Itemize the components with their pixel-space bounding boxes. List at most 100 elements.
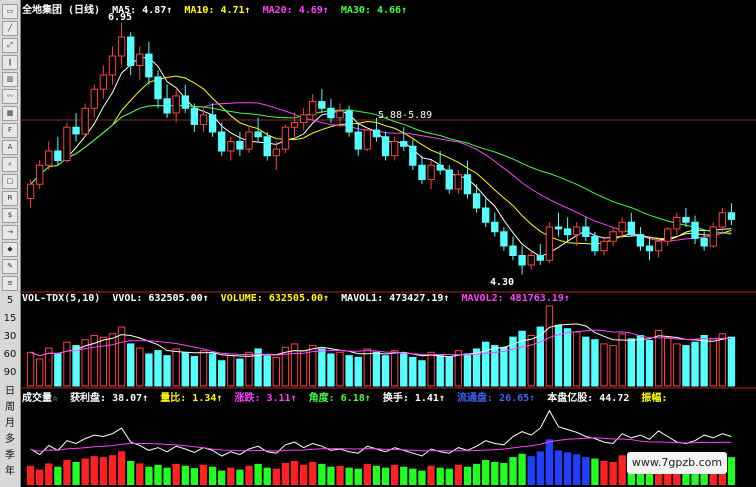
candle-body [618, 221, 626, 233]
period-year[interactable]: 年 [2, 462, 18, 477]
volume-bar [363, 348, 372, 387]
scale-30[interactable]: 30 [2, 331, 18, 342]
tool-line-icon[interactable]: ╱ [2, 21, 18, 36]
profit-bar [427, 465, 435, 485]
ratio-label: 量比: 1.34↑ [160, 393, 223, 404]
volume-bar [163, 355, 171, 387]
volume-bar [718, 333, 727, 387]
volume-bar [181, 351, 189, 387]
ma20-label: MA20: 4.69↑ [262, 5, 329, 16]
profit-bar [454, 464, 463, 485]
profit-bar [318, 463, 326, 485]
profit-bar [309, 461, 317, 485]
volume-bar [573, 331, 581, 387]
candle-body [491, 221, 499, 233]
volume-bar [126, 343, 135, 387]
candle-body [90, 88, 98, 109]
tool-grid-icon[interactable]: ▦ [2, 106, 18, 121]
candle-body [35, 164, 44, 185]
volume-bar [500, 346, 508, 387]
tool-rsi-icon[interactable]: R [2, 191, 18, 206]
profit-bar [117, 451, 126, 485]
profit-bar [436, 467, 444, 485]
tool-channel-icon[interactable]: ∥ [2, 55, 18, 70]
volume-bar [63, 341, 71, 387]
volume-bar [272, 356, 281, 387]
tool-dollar-icon[interactable]: $ [2, 208, 18, 223]
tool-magnify-icon[interactable]: ⌕ [2, 157, 18, 172]
candle-body [645, 245, 654, 252]
profit-bar [263, 467, 271, 485]
candle-body [26, 183, 35, 199]
volume-bar [609, 345, 617, 387]
turnover-title: 成交量☆ [22, 393, 59, 404]
ma10-line [30, 75, 732, 245]
profit-bar [81, 458, 89, 485]
scale-90[interactable]: 90 [2, 367, 18, 378]
scale-15[interactable]: 15 [2, 313, 18, 324]
tool-arrow-icon[interactable]: → [2, 225, 18, 240]
volume-bar [563, 328, 572, 387]
tool-fs-icon[interactable]: ≡ [2, 276, 18, 291]
candle-body [509, 245, 517, 256]
period-multi[interactable]: 多 [2, 430, 18, 445]
tool-text-icon[interactable]: A [2, 140, 18, 155]
profit-bar [591, 458, 599, 485]
candle-body [582, 226, 590, 237]
volume-bar [600, 343, 608, 387]
tool-trend-icon[interactable]: ⤢ [2, 38, 18, 53]
candle-body [445, 169, 453, 190]
volume-bar [545, 305, 554, 387]
period-day[interactable]: 日 [2, 382, 18, 397]
profit-bar [99, 457, 108, 485]
profit-bar [418, 470, 426, 485]
volume-bar [582, 336, 590, 387]
candle-body [545, 226, 554, 261]
tool-wave-icon[interactable]: 〰 [2, 89, 18, 104]
amplitude-label: 振幅: [641, 393, 668, 404]
tool-pen-icon[interactable]: ✎ [2, 259, 18, 274]
scale-5[interactable]: 5 [2, 295, 18, 306]
candle-body [218, 131, 226, 152]
tool-fib-icon[interactable]: F [2, 123, 18, 138]
left-toolbar: ▭ ╱ ⤢ ∥ ▥ 〰 ▦ F A ⌕ □ R $ → ◆ ✎ ≡ 5 15 3… [0, 0, 21, 487]
profit-bar [145, 466, 153, 485]
candle-body [345, 110, 353, 133]
volume-bar [636, 334, 645, 387]
tool-cursor-icon[interactable]: ▭ [2, 4, 18, 19]
mavol2-label: MAVOL2: 481763.19↑ [461, 293, 570, 304]
tool-kline-icon[interactable]: ▥ [2, 72, 18, 87]
profit-bar [391, 464, 399, 485]
candle-body [254, 131, 262, 138]
mavol1-label: MAVOL1: 473427.19↑ [341, 293, 450, 304]
profit-bar [108, 455, 117, 485]
tool-color-icon[interactable]: ◆ [2, 242, 18, 257]
candle-body [99, 74, 108, 90]
stock-name: 全地集团 [22, 5, 62, 16]
kline-chart[interactable] [20, 0, 756, 487]
candle-body [591, 236, 599, 252]
profit-bar [208, 466, 217, 485]
candle-body [600, 240, 608, 252]
candle-body [108, 55, 117, 76]
volume-bar [208, 353, 217, 387]
period-month[interactable]: 月 [2, 414, 18, 429]
profit-label: 获利盘: 38.07↑ [70, 393, 149, 404]
candle-body [318, 101, 326, 109]
candle-body [573, 226, 581, 236]
bottom-header: 成交量☆ 获利盘: 38.07↑ 量比: 1.34↑ 涨跌: 3.11↑ 角度:… [22, 389, 673, 404]
volume-bar [691, 341, 699, 387]
profit-bar [172, 463, 180, 485]
profit-bar [509, 457, 517, 485]
volume-header: VOL-TDX(5,10) VVOL: 632505.00↑ VOLUME: 6… [22, 293, 576, 304]
scale-60[interactable]: 60 [2, 349, 18, 360]
period-quarter[interactable]: 季 [2, 446, 18, 461]
volume-bar [664, 336, 672, 387]
candle-body [63, 126, 71, 161]
ma30-line [30, 104, 732, 235]
candle-body [163, 98, 171, 114]
period-week[interactable]: 周 [2, 398, 18, 413]
candle-body [117, 36, 126, 57]
volume-bar [409, 356, 417, 387]
tool-box-icon[interactable]: □ [2, 174, 18, 189]
